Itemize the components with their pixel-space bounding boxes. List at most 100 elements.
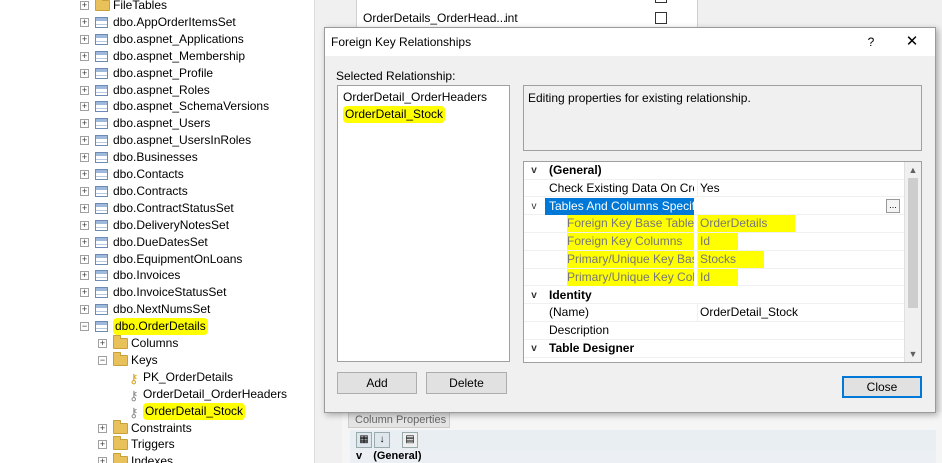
tree-node[interactable]: + dbo.ContractStatusSet [0,200,310,217]
property-grid[interactable]: v (General) Check Existing Data On Creat Ye… [523,161,922,363]
expand-icon[interactable]: + [80,34,89,44]
tree-node[interactable]: + Constraints [0,419,310,437]
tree-node[interactable]: + dbo.EquipmentOnLoans [0,251,310,268]
tree-node[interactable]: + FileTables [0,0,310,14]
property-row[interactable]: Foreign Key Base Table OrderDetails [524,215,906,234]
tree-node[interactable]: + dbo.aspnet_Users [0,115,310,132]
property-value[interactable]: OrderDetails [697,215,796,233]
expand-icon[interactable]: + [80,85,89,95]
expand-icon[interactable]: + [80,186,89,196]
expand-icon[interactable]: + [80,17,89,27]
help-button[interactable]: ? [861,32,881,52]
property-row[interactable]: v Tables And Columns Specifica... [524,197,906,216]
property-name: Tables And Columns Specifica [545,197,694,215]
property-value[interactable]: Stocks [697,251,765,268]
tree-node-label: dbo.OrderDetails [113,318,208,336]
alphabetical-sort-icon[interactable]: ↓ [374,432,390,448]
relationship-item[interactable]: OrderDetail_OrderHeaders [343,89,487,106]
tree-node[interactable]: + dbo.AppOrderItemsSet [0,14,310,31]
property-row[interactable]: Foreign Key Columns Id [524,233,906,251]
tree-node[interactable]: + dbo.DueDatesSet [0,234,310,251]
collapse-icon[interactable]: v [529,162,539,179]
expand-icon[interactable]: + [80,136,89,146]
tree-node[interactable]: + dbo.Businesses [0,149,310,166]
expand-icon[interactable]: + [80,153,89,163]
expand-icon[interactable]: + [80,220,89,230]
tree-node[interactable]: + Triggers [0,436,310,453]
property-value[interactable]: Yes [697,179,887,197]
categorized-icon[interactable]: ▦ [356,432,372,448]
collapse-icon[interactable]: v [529,287,539,304]
tree-node[interactable]: + dbo.aspnet_SchemaVersions [0,98,310,115]
property-row[interactable]: Primary/Unique Key Base Stocks [524,251,906,269]
grid-row: OrderDetails_OrderHead... int [357,10,697,27]
property-row[interactable]: Description [524,322,906,340]
ellipsis-button[interactable]: ... [886,198,900,213]
expand-icon[interactable]: + [80,271,89,281]
tree-node[interactable]: + dbo.DeliveryNotesSet [0,217,310,234]
property-row[interactable]: v (General) [524,162,906,180]
expand-icon[interactable]: + [80,1,89,10]
property-row[interactable]: Check Existing Data On Creat Yes [524,179,906,198]
property-value[interactable]: OrderDetail_Stock [697,304,887,322]
property-pages-icon[interactable]: ▤ [402,432,418,448]
tree-node[interactable]: + dbo.aspnet_Profile [0,65,310,82]
allow-nulls-checkbox[interactable] [655,12,667,24]
close-button[interactable]: Close [842,376,922,398]
tree-node[interactable]: + dbo.Contracts [0,183,310,200]
collapse-icon[interactable]: v [529,340,539,357]
expand-icon[interactable]: + [80,68,89,78]
tree-node[interactable]: + dbo.InvoiceStatusSet [0,284,310,301]
expand-icon[interactable]: + [80,51,89,61]
scroll-thumb[interactable] [908,178,918,308]
expand-icon[interactable]: + [80,203,89,213]
tree-node[interactable]: + Columns [0,335,310,352]
expand-icon[interactable]: + [80,305,89,315]
relationship-item[interactable]: OrderDetail_Stock [343,106,446,123]
tree-node[interactable]: + dbo.aspnet_UsersInRoles [0,132,310,149]
expand-icon[interactable]: + [80,254,89,264]
tree-node[interactable]: − dbo.OrderDetails [0,318,310,336]
relationship-list[interactable]: OrderDetail_OrderHeaders OrderDetail_Stoc… [337,85,510,362]
column-name-cell[interactable]: OrderDetails_OrderHead... [363,10,506,27]
expand-icon[interactable]: + [98,440,107,450]
tree-node[interactable]: + Indexes [0,453,310,463]
expand-icon[interactable]: + [98,339,107,348]
collapse-icon[interactable]: − [98,355,107,365]
allow-nulls-checkbox[interactable] [655,0,667,3]
tree-node[interactable]: ⚷ PK_OrderDetails [0,369,310,386]
add-button[interactable]: Add [337,372,417,394]
tree-node[interactable]: − Keys [0,351,310,369]
property-grid-scrollbar[interactable]: ▲ ▼ [904,162,921,362]
collapse-icon[interactable]: v [529,198,539,215]
expand-icon[interactable]: + [80,288,89,298]
tree-node[interactable]: + dbo.aspnet_Roles [0,82,310,99]
tree-node[interactable]: + dbo.aspnet_Membership [0,48,310,65]
tree-node[interactable]: ⚷ OrderDetail_Stock [0,402,310,420]
delete-button[interactable]: Delete [426,372,507,394]
property-value[interactable]: Id [697,233,739,251]
data-type-cell[interactable]: int [505,10,518,27]
property-row[interactable]: (Name) OrderDetail_Stock [524,304,906,323]
expand-icon[interactable]: + [80,102,89,112]
property-value[interactable]: Id [697,268,739,286]
collapse-icon[interactable]: − [80,322,89,332]
expand-icon[interactable]: + [98,457,107,463]
expand-icon[interactable]: + [80,237,89,247]
collapse-icon[interactable]: v [356,450,362,462]
scroll-up-icon[interactable]: ▲ [905,162,921,178]
tree-node[interactable]: + dbo.Contacts [0,166,310,183]
tree-node[interactable]: + dbo.aspnet_Applications [0,31,310,48]
scroll-down-icon[interactable]: ▼ [905,346,921,362]
property-row[interactable]: Primary/Unique Key Colu Id [524,268,906,287]
property-row[interactable]: v Identity [524,287,906,305]
expand-icon[interactable]: + [80,170,89,179]
expand-icon[interactable]: + [80,119,89,129]
expand-icon[interactable]: + [98,423,107,433]
property-row[interactable]: v Table Designer [524,340,906,358]
tree-node[interactable]: + dbo.NextNumsSet [0,301,310,318]
close-icon[interactable]: ✕ [901,32,923,52]
tab-column-properties[interactable]: Column Properties [348,412,450,428]
tree-node[interactable]: + dbo.Invoices [0,267,310,284]
tree-node[interactable]: ⚷ OrderDetail_OrderHeaders [0,386,310,403]
